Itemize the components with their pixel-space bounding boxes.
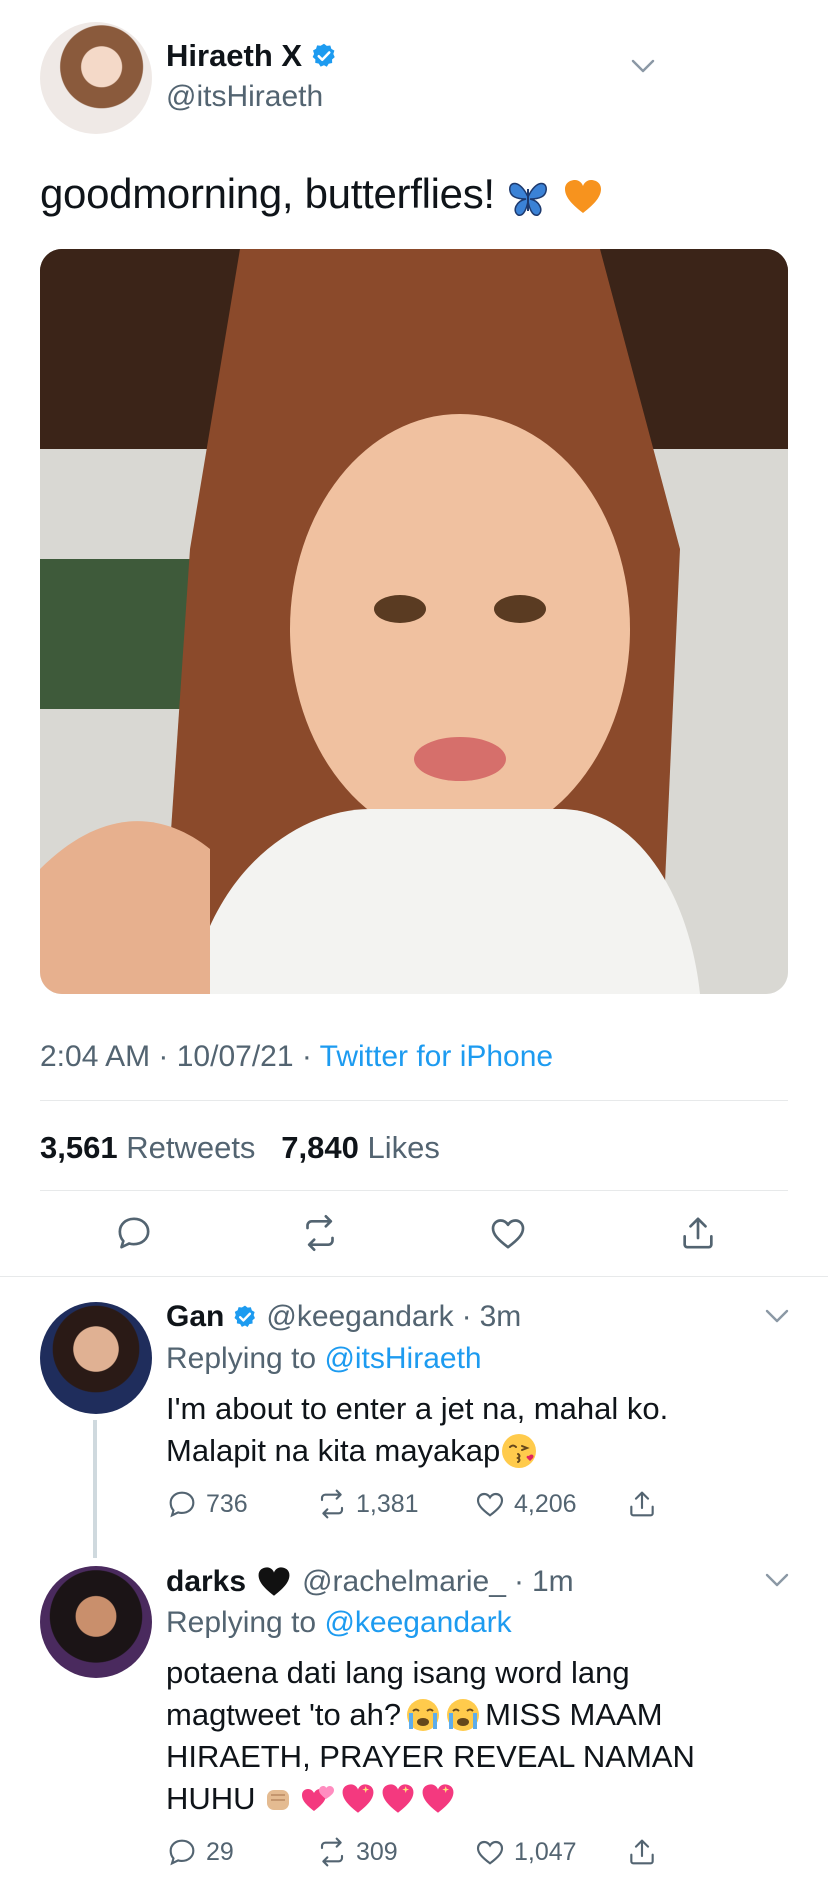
butterfly-emoji	[509, 182, 548, 216]
reply-icon	[169, 1491, 195, 1518]
retweet-icon	[320, 1837, 344, 1867]
thread-connector	[93, 1420, 97, 1558]
retweet-count: 309	[356, 1837, 398, 1866]
retweet-icon	[320, 1489, 344, 1519]
reply-text: potaena dati lang isang word lang magtwe…	[166, 1652, 695, 1820]
like-icon[interactable]	[488, 1213, 528, 1253]
black-heart-emoji	[258, 1567, 290, 1596]
retweet-icon[interactable]	[300, 1213, 340, 1253]
photo-illustration	[40, 249, 788, 994]
reply-text-line-row: magtweet 'to ah? MISS MAAM	[166, 1694, 695, 1736]
share-stat[interactable]	[626, 1488, 658, 1520]
reply-count: 29	[206, 1837, 234, 1866]
like-count-stat[interactable]: 1,047	[474, 1836, 577, 1868]
reply-count-stat[interactable]: 29	[166, 1836, 234, 1868]
replying-to: Replying to @keegandark	[166, 1606, 512, 1640]
reply-text-line: Malapit na kita mayakap	[166, 1433, 501, 1468]
reply-text-line: MISS MAAM	[485, 1697, 663, 1732]
divider	[40, 1100, 788, 1101]
likes-count: 7,840	[281, 1130, 359, 1165]
tweet-source-link[interactable]: Twitter for iPhone	[320, 1040, 553, 1073]
reply-author-handle[interactable]: @rachelmarie_	[302, 1565, 506, 1599]
retweet-count-stat[interactable]: 309	[316, 1836, 398, 1868]
reply-header: darks @rachelmarie_ · 1m	[166, 1564, 574, 1600]
engagement-counts: 3,561 Retweets 7,840 Likes	[40, 1130, 440, 1166]
tweet-time: 2:04 AM	[40, 1040, 151, 1073]
reply-avatar[interactable]	[40, 1302, 152, 1414]
retweets-stat[interactable]: 3,561 Retweets	[40, 1130, 255, 1165]
reply-text-line: I'm about to enter a jet na, mahal ko.	[166, 1391, 669, 1426]
share-stat[interactable]	[626, 1836, 658, 1868]
kiss-emoji	[502, 1434, 537, 1468]
author-name-row[interactable]: Hiraeth X	[166, 38, 338, 74]
reply-count: 736	[206, 1489, 248, 1518]
two-hearts-emoji	[301, 1786, 334, 1811]
sparkling-heart-emoji	[382, 1784, 413, 1813]
reply-text-line-row: HUHU	[166, 1778, 695, 1820]
replying-label: Replying to	[166, 1342, 317, 1375]
like-icon	[476, 1840, 504, 1865]
tweet-meta: 2:04 AM · 10/07/21 · Twitter for iPhone	[40, 1040, 553, 1074]
replying-label: Replying to	[166, 1606, 317, 1639]
replying-to: Replying to @itsHiraeth	[166, 1342, 482, 1376]
replying-mention-link[interactable]: @itsHiraeth	[324, 1342, 481, 1375]
reply-text-line: magtweet 'to ah?	[166, 1697, 402, 1732]
like-count-stat[interactable]: 4,206	[474, 1488, 577, 1520]
share-icon[interactable]	[678, 1213, 718, 1253]
reply-author-handle[interactable]: @keegandark	[266, 1300, 453, 1334]
reply-time: 3m	[479, 1300, 522, 1333]
like-icon	[476, 1492, 504, 1517]
sparkling-heart-emoji	[342, 1784, 373, 1813]
reply-text-line: HUHU	[166, 1781, 256, 1816]
meta-separator: ·	[301, 1040, 320, 1073]
retweet-count-stat[interactable]: 1,381	[316, 1488, 419, 1520]
crying-emoji	[407, 1699, 440, 1731]
chevron-down-icon[interactable]	[630, 58, 656, 74]
reply-header: Gan @keegandark · 3m	[166, 1300, 521, 1334]
verified-badge-icon	[234, 1305, 256, 1327]
chevron-down-icon[interactable]	[764, 1308, 790, 1324]
author-name[interactable]: Hiraeth X	[166, 38, 302, 74]
author-handle[interactable]: @itsHiraeth	[166, 80, 323, 114]
reply-author-name[interactable]: darks	[166, 1565, 246, 1599]
reply-icon	[169, 1839, 195, 1866]
reply-author-name[interactable]: Gan	[166, 1300, 224, 1334]
divider	[40, 1190, 788, 1191]
reply-icon[interactable]	[114, 1213, 154, 1253]
share-icon	[630, 1491, 654, 1517]
meta-separator: ·	[158, 1040, 177, 1073]
likes-label: Likes	[367, 1130, 440, 1165]
retweet-count: 1,381	[356, 1489, 419, 1518]
verified-badge-icon	[312, 43, 335, 67]
reply-text-line-row: Malapit na kita mayakap	[166, 1430, 668, 1472]
meta-separator: ·	[513, 1565, 524, 1598]
divider	[0, 1276, 828, 1277]
orange-heart-emoji	[564, 179, 601, 213]
reply-avatar[interactable]	[40, 1566, 152, 1678]
share-icon	[630, 1839, 654, 1865]
chevron-down-icon[interactable]	[764, 1572, 790, 1588]
tweet-text-content: goodmorning, butterflies!	[40, 170, 495, 217]
retweets-label: Retweets	[126, 1130, 256, 1165]
reply-time: 1m	[531, 1565, 574, 1598]
tweet-photo[interactable]	[40, 249, 788, 994]
likes-stat[interactable]: 7,840 Likes	[281, 1130, 440, 1165]
sparkling-heart-emoji	[422, 1784, 453, 1813]
reply-count-stat[interactable]: 736	[166, 1488, 248, 1520]
crying-emoji	[447, 1699, 480, 1731]
author-avatar[interactable]	[40, 22, 152, 134]
like-count: 4,206	[514, 1489, 577, 1518]
tweet-text: goodmorning, butterflies!	[40, 170, 604, 219]
reply-text: I'm about to enter a jet na, mahal ko. M…	[166, 1388, 668, 1472]
tweet-date: 10/07/21	[176, 1040, 294, 1073]
replying-mention-link[interactable]: @keegandark	[324, 1606, 511, 1639]
meta-separator: ·	[461, 1300, 472, 1333]
retweets-count: 3,561	[40, 1130, 118, 1165]
reply-text-line: HIRAETH, PRAYER REVEAL NAMAN	[166, 1739, 695, 1774]
fist-emoji	[266, 1790, 289, 1810]
reply-text-line: potaena dati lang isang word lang	[166, 1655, 630, 1690]
like-count: 1,047	[514, 1837, 577, 1866]
